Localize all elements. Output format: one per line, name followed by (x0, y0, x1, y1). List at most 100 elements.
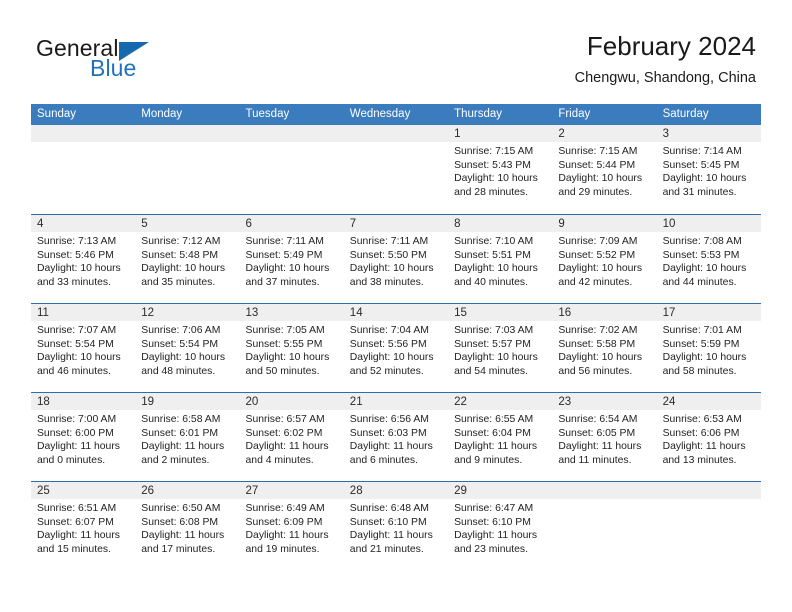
week-row: 1 Sunrise: 7:15 AM Sunset: 5:43 PM Daylight… (31, 125, 761, 214)
day-cell-25[interactable]: 25 Sunrise: 6:51 AM Sunset: 6:07 PM Dayligh… (31, 482, 136, 570)
daylight-text-line2: and 15 minutes. (37, 543, 111, 555)
sunrise-text: Sunrise: 6:53 AM (662, 414, 742, 425)
sunrise-text: Sunrise: 7:11 AM (349, 236, 429, 247)
day-cell-18[interactable]: 18 Sunrise: 7:00 AM Sunset: 6:00 PM Dayligh… (31, 393, 136, 481)
daylight-text-line2: and 11 minutes. (558, 454, 632, 466)
sunrise-text: Sunrise: 7:02 AM (558, 325, 638, 336)
daylight-text-line1: Daylight: 10 hours (141, 263, 226, 275)
day-cell-1[interactable]: 1 Sunrise: 7:15 AM Sunset: 5:43 PM Daylight… (448, 125, 553, 214)
sunset-text: Sunset: 5:57 PM (454, 338, 531, 350)
daylight-text-line1: Daylight: 11 hours (245, 530, 329, 542)
day-number-band (448, 215, 553, 232)
daylight-text-line2: and 31 minutes. (662, 186, 737, 198)
day-cell-11[interactable]: 11 Sunrise: 7:07 AM Sunset: 5:54 PM Dayligh… (31, 304, 136, 392)
day-cell-10[interactable]: 10 Sunrise: 7:08 AM Sunset: 5:53 PM Dayligh… (656, 215, 761, 303)
daylight-text-line1: Daylight: 11 hours (141, 530, 225, 542)
sunset-text: Sunset: 5:43 PM (454, 159, 531, 171)
day-cell-28[interactable]: 28 Sunrise: 6:48 AM Sunset: 6:10 PM Dayligh… (343, 482, 449, 570)
day-cell-6[interactable]: 6 Sunrise: 7:11 AM Sunset: 5:49 PM Daylight… (239, 215, 344, 303)
day-cell-5[interactable]: 5 Sunrise: 7:12 AM Sunset: 5:48 PM Daylight… (135, 215, 240, 303)
day-number: 1 (454, 128, 461, 140)
sunset-text: Sunset: 5:53 PM (662, 249, 740, 261)
sunset-text: Sunset: 5:54 PM (141, 338, 219, 350)
calendar-weeks: 1 Sunrise: 7:15 AM Sunset: 5:43 PM Daylight… (31, 125, 761, 570)
weekday-header-wednesday: Wednesday (349, 108, 411, 120)
day-sun-info: Sunrise: 6:49 AM Sunset: 6:09 PM Daylight:… (240, 499, 344, 556)
sunrise-text: Sunrise: 6:55 AM (454, 414, 534, 425)
day-cell-19[interactable]: 19 Sunrise: 6:58 AM Sunset: 6:01 PM Dayligh… (135, 393, 240, 481)
day-number-band (448, 125, 553, 142)
day-sun-info: Sunrise: 7:11 AM Sunset: 5:49 PM Daylight:… (240, 232, 344, 289)
daylight-text-line1: Daylight: 10 hours (662, 352, 747, 364)
day-cell-empty (31, 125, 136, 214)
day-cell-empty (656, 482, 761, 570)
day-cell-22[interactable]: 22 Sunrise: 6:55 AM Sunset: 6:04 PM Dayligh… (448, 393, 553, 481)
daylight-text-line1: Daylight: 10 hours (558, 352, 643, 364)
day-cell-7[interactable]: 7 Sunrise: 7:11 AM Sunset: 5:50 PM Daylight… (343, 215, 449, 303)
weekday-header-thursday: Thursday (454, 108, 502, 120)
day-cell-14[interactable]: 14 Sunrise: 7:04 AM Sunset: 5:56 PM Dayligh… (343, 304, 449, 392)
day-number-band (31, 125, 136, 142)
day-number: 5 (141, 218, 148, 230)
daylight-text-line2: and 23 minutes. (454, 543, 528, 555)
daylight-text-line2: and 44 minutes. (662, 276, 737, 288)
day-number: 9 (558, 218, 565, 230)
daylight-text-line1: Daylight: 10 hours (37, 352, 121, 364)
weekday-header-saturday: Saturday (662, 108, 709, 120)
day-cell-8[interactable]: 8 Sunrise: 7:10 AM Sunset: 5:51 PM Daylight… (448, 215, 553, 303)
sunset-text: Sunset: 5:48 PM (141, 249, 219, 261)
day-cell-24[interactable]: 24 Sunrise: 6:53 AM Sunset: 6:06 PM Dayligh… (656, 393, 761, 481)
week-row: 4 Sunrise: 7:13 AM Sunset: 5:46 PM Daylight… (31, 214, 761, 303)
title-block: February 2024 Chengwu, Shandong, China (575, 30, 756, 88)
day-number-band (552, 215, 657, 232)
day-cell-4[interactable]: 4 Sunrise: 7:13 AM Sunset: 5:46 PM Daylight… (31, 215, 136, 303)
day-sun-info: Sunrise: 7:12 AM Sunset: 5:48 PM Daylight:… (135, 232, 239, 289)
day-cell-20[interactable]: 20 Sunrise: 6:57 AM Sunset: 6:02 PM Dayligh… (239, 393, 344, 481)
day-cell-29[interactable]: 29 Sunrise: 6:47 AM Sunset: 6:10 PM Dayligh… (448, 482, 553, 570)
week-row: 25 Sunrise: 6:51 AM Sunset: 6:07 PM Dayligh… (31, 481, 761, 570)
location-subtitle: Chengwu, Shandong, China (574, 70, 756, 86)
general-blue-logo: General Blue (36, 36, 216, 86)
daylight-text-line1: Daylight: 10 hours (37, 263, 121, 275)
sunset-text: Sunset: 5:52 PM (558, 249, 636, 261)
sunrise-text: Sunrise: 7:08 AM (662, 236, 742, 247)
weekday-header-row: Sunday Monday Tuesday Wednesday Thursday Frid… (31, 104, 761, 125)
day-number-band (135, 215, 240, 232)
day-number-band (656, 482, 761, 499)
day-sun-info: Sunrise: 6:53 AM Sunset: 6:06 PM Daylight:… (657, 410, 761, 467)
day-number: 17 (662, 307, 676, 319)
daylight-text-line2: and 6 minutes. (349, 454, 418, 466)
daylight-text-line1: Daylight: 10 hours (454, 263, 538, 275)
day-cell-9[interactable]: 9 Sunrise: 7:09 AM Sunset: 5:52 PM Daylight… (552, 215, 657, 303)
sunset-text: Sunset: 6:06 PM (662, 427, 740, 439)
day-cell-23[interactable]: 23 Sunrise: 6:54 AM Sunset: 6:05 PM Dayligh… (552, 393, 657, 481)
day-cell-2[interactable]: 2 Sunrise: 7:15 AM Sunset: 5:44 PM Daylight… (552, 125, 657, 214)
daylight-text-line1: Daylight: 11 hours (662, 441, 746, 453)
day-cell-27[interactable]: 27 Sunrise: 6:49 AM Sunset: 6:09 PM Dayligh… (239, 482, 344, 570)
sunrise-text: Sunrise: 6:57 AM (245, 414, 325, 425)
sunrise-text: Sunrise: 7:03 AM (454, 325, 534, 336)
sunset-text: Sunset: 5:58 PM (558, 338, 636, 350)
day-sun-info: Sunrise: 7:13 AM Sunset: 5:46 PM Daylight:… (31, 232, 135, 289)
sunrise-text: Sunrise: 7:10 AM (454, 236, 534, 247)
sunset-text: Sunset: 5:54 PM (37, 338, 114, 350)
day-cell-26[interactable]: 26 Sunrise: 6:50 AM Sunset: 6:08 PM Dayligh… (135, 482, 240, 570)
day-number: 14 (349, 307, 363, 319)
daylight-text-line2: and 58 minutes. (662, 365, 737, 377)
day-number-band (135, 125, 240, 142)
sunrise-text: Sunrise: 6:50 AM (141, 503, 221, 514)
day-number: 3 (662, 128, 669, 140)
day-number: 12 (141, 307, 155, 319)
day-cell-15[interactable]: 15 Sunrise: 7:03 AM Sunset: 5:57 PM Dayligh… (448, 304, 553, 392)
day-cell-16[interactable]: 16 Sunrise: 7:02 AM Sunset: 5:58 PM Dayligh… (552, 304, 657, 392)
day-cell-13[interactable]: 13 Sunrise: 7:05 AM Sunset: 5:55 PM Dayligh… (239, 304, 344, 392)
calendar-grid: Sunday Monday Tuesday Wednesday Thursday Frid… (31, 104, 761, 570)
day-cell-3[interactable]: 3 Sunrise: 7:14 AM Sunset: 5:45 PM Daylight… (656, 125, 761, 214)
day-sun-info: Sunrise: 6:48 AM Sunset: 6:10 PM Daylight:… (344, 499, 448, 556)
sunrise-text: Sunrise: 7:00 AM (37, 414, 117, 425)
day-cell-17[interactable]: 17 Sunrise: 7:01 AM Sunset: 5:59 PM Dayligh… (656, 304, 761, 392)
day-cell-21[interactable]: 21 Sunrise: 6:56 AM Sunset: 6:03 PM Dayligh… (343, 393, 449, 481)
day-cell-12[interactable]: 12 Sunrise: 7:06 AM Sunset: 5:54 PM Dayligh… (135, 304, 240, 392)
day-sun-info: Sunrise: 6:51 AM Sunset: 6:07 PM Daylight:… (31, 499, 135, 556)
sunset-text: Sunset: 6:02 PM (245, 427, 323, 439)
